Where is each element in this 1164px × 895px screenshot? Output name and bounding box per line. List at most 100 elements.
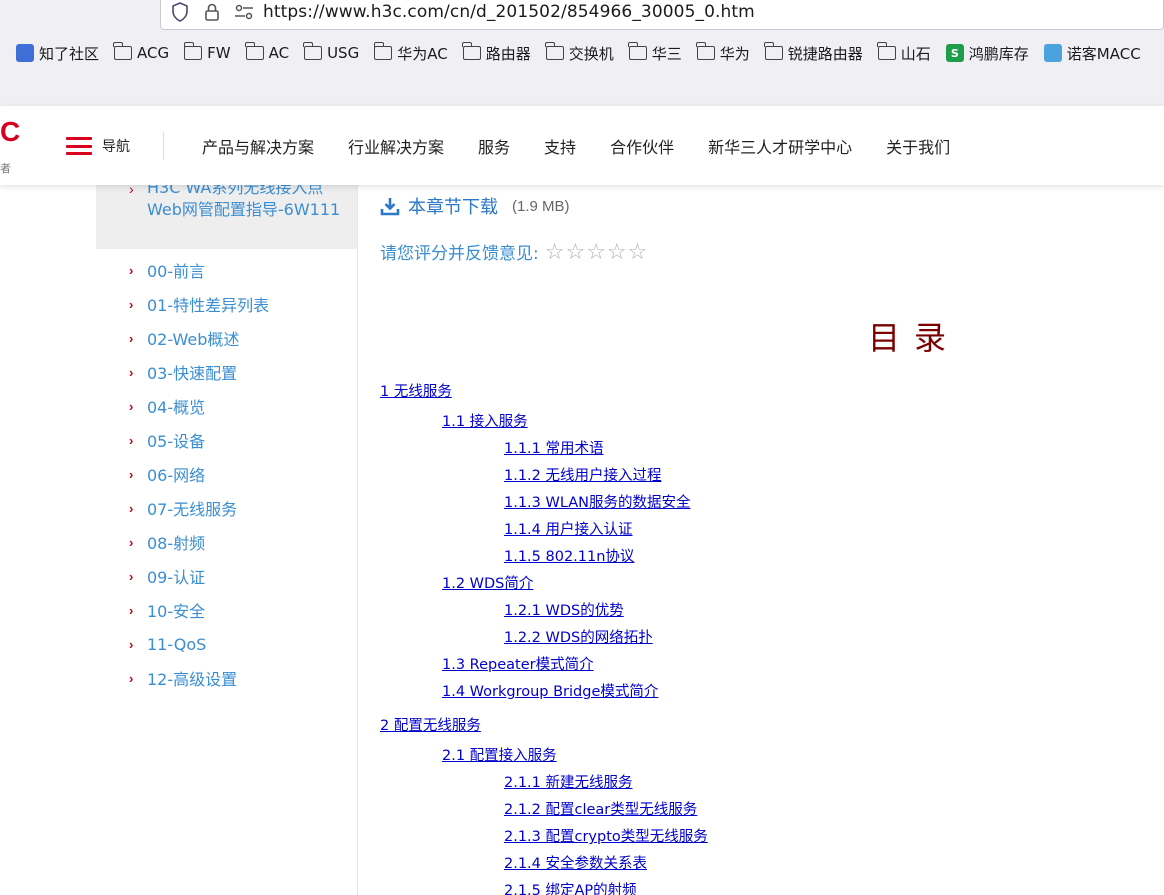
toc-link[interactable]: 2.1 配置接入服务 bbox=[442, 744, 557, 765]
toc-link[interactable]: 1 无线服务 bbox=[380, 380, 452, 401]
folder-icon bbox=[545, 42, 564, 60]
toc-link[interactable]: 2.1.3 配置crypto类型无线服务 bbox=[504, 825, 708, 846]
bookmark-label: 路由器 bbox=[485, 44, 531, 63]
chevron-right-icon: › bbox=[129, 670, 134, 686]
sidebar-active-book[interactable]: › H3C WA系列无线接入点Web网管配置指导-6W111 bbox=[96, 185, 357, 249]
lock-icon[interactable] bbox=[201, 1, 223, 23]
chevron-right-icon: › bbox=[129, 398, 134, 414]
hamburger-menu-icon bbox=[66, 137, 92, 155]
sidebar-chapter-label: 07-无线服务 bbox=[147, 500, 238, 519]
toc-link[interactable]: 1.1.2 无线用户接入过程 bbox=[504, 464, 662, 485]
sidebar-chapter-item[interactable]: › 03-快速配置 bbox=[96, 355, 357, 389]
sidebar-chapter-item[interactable]: › 05-设备 bbox=[96, 423, 357, 457]
toc-link[interactable]: 2 配置无线服务 bbox=[380, 714, 481, 735]
folder-icon bbox=[696, 42, 715, 60]
star-icon[interactable]: ☆ bbox=[565, 240, 585, 263]
bookmark-label: 华三 bbox=[651, 44, 682, 63]
folder-icon bbox=[877, 42, 896, 60]
bookmark-item[interactable]: 华为AC bbox=[373, 42, 448, 64]
bookmark-label: 诺客MACC bbox=[1066, 44, 1141, 63]
chapter-download[interactable]: 本章节下载 (1.9 MB) bbox=[380, 193, 570, 219]
sidebar-chapter-label: 03-快速配置 bbox=[147, 364, 238, 383]
sidebar-chapter-item[interactable]: › 01-特性差异列表 bbox=[96, 287, 357, 321]
shield-icon[interactable] bbox=[169, 1, 191, 23]
sidebar-chapter-item[interactable]: › 11-QoS bbox=[96, 627, 357, 661]
sidebar-chapter-item[interactable]: › 06-网络 bbox=[96, 457, 357, 491]
main-nav-item[interactable]: 行业解决方案 bbox=[348, 134, 444, 158]
toc-link[interactable]: 1.3 Repeater模式简介 bbox=[442, 653, 594, 674]
download-link[interactable]: 本章节下载 bbox=[408, 193, 498, 219]
bookmark-label: 华为AC bbox=[397, 44, 448, 63]
bookmark-item[interactable]: 交换机 bbox=[545, 42, 614, 64]
star-icon[interactable]: ☆ bbox=[607, 240, 627, 263]
star-icon[interactable]: ☆ bbox=[628, 240, 648, 263]
toc-link[interactable]: 2.1.2 配置clear类型无线服务 bbox=[504, 798, 697, 819]
address-bar[interactable]: https://www.h3c.com/cn/d_201502/854966_3… bbox=[160, 0, 1164, 30]
toc-link[interactable]: 1.1 接入服务 bbox=[442, 410, 528, 431]
chevron-right-icon: › bbox=[129, 432, 134, 448]
star-icon[interactable]: ☆ bbox=[586, 240, 606, 263]
chevron-right-icon: › bbox=[129, 296, 134, 312]
bookmark-item[interactable]: 华三 bbox=[628, 42, 682, 64]
bookmark-item[interactable]: 诺客MACC bbox=[1043, 43, 1141, 64]
star-icon[interactable]: ☆ bbox=[545, 240, 565, 263]
bookmark-label: 交换机 bbox=[568, 44, 614, 63]
toc-link[interactable]: 2.1.1 新建无线服务 bbox=[504, 771, 633, 792]
main-nav: 产品与解决方案 行业解决方案 服务 支持 合作伙伴 新华三人才研学中心 关于我们 bbox=[202, 134, 984, 158]
toc-title: 目录 bbox=[868, 319, 961, 357]
bookmark-item[interactable]: 山石 bbox=[877, 42, 931, 64]
sidebar-chapter-item[interactable]: › 09-认证 bbox=[96, 559, 357, 593]
chevron-right-icon: › bbox=[129, 185, 134, 197]
sidebar-chapter-label: 09-认证 bbox=[147, 568, 206, 587]
toc-link[interactable]: 2.1.5 绑定AP的射频 bbox=[504, 879, 637, 895]
folder-icon bbox=[244, 42, 264, 60]
toc-link[interactable]: 1.1.3 WLAN服务的数据安全 bbox=[504, 491, 691, 512]
bookmark-item[interactable]: 华为 bbox=[696, 42, 750, 64]
toc-link[interactable]: 1.1.4 用户接入认证 bbox=[504, 518, 633, 539]
nav-toggle-button[interactable]: 导航 bbox=[66, 136, 130, 156]
bookmark-item[interactable]: ACG bbox=[113, 42, 169, 62]
chevron-right-icon: › bbox=[129, 262, 134, 278]
sidebar-chapter-item[interactable]: › 08-射频 bbox=[96, 525, 357, 559]
main-nav-item[interactable]: 新华三人才研学中心 bbox=[708, 134, 852, 158]
url-text[interactable]: https://www.h3c.com/cn/d_201502/854966_3… bbox=[263, 2, 755, 22]
h3c-logo[interactable]: C bbox=[0, 116, 20, 148]
sidebar-chapter-label: 11-QoS bbox=[147, 634, 207, 654]
sidebar-chapter-item[interactable]: › 12-高级设置 bbox=[96, 661, 357, 695]
bookmark-label: 锐捷路由器 bbox=[787, 44, 863, 63]
main-nav-item[interactable]: 合作伙伴 bbox=[610, 134, 674, 158]
sidebar-chapter-item[interactable]: › 02-Web概述 bbox=[96, 321, 357, 355]
sidebar-chapter-item[interactable]: › 00-前言 bbox=[96, 253, 357, 287]
sidebar-chapter-item[interactable]: › 04-概览 bbox=[96, 389, 357, 423]
sidebar-chapter-item[interactable]: › 10-安全 bbox=[96, 593, 357, 627]
bookmark-item[interactable]: 知了社区 bbox=[16, 43, 99, 64]
bookmark-item[interactable]: 锐捷路由器 bbox=[764, 42, 863, 64]
main-nav-item[interactable]: 关于我们 bbox=[886, 134, 950, 158]
toc-link[interactable]: 1.1.1 常用术语 bbox=[504, 437, 604, 458]
bookmark-item[interactable]: FW bbox=[183, 42, 231, 62]
main-nav-item[interactable]: 支持 bbox=[544, 134, 576, 158]
toc-link[interactable]: 1.2.1 WDS的优势 bbox=[504, 599, 624, 620]
star-rating: ☆ ☆ ☆ ☆ ☆ bbox=[545, 240, 649, 263]
nav-divider bbox=[163, 132, 164, 160]
toc-link[interactable]: 2.1.4 安全参数关系表 bbox=[504, 852, 647, 873]
toc-link[interactable]: 1.2 WDS简介 bbox=[442, 572, 533, 593]
bookmark-item[interactable]: AC bbox=[244, 42, 290, 62]
nav-toggle-label: 导航 bbox=[102, 139, 130, 155]
bookmark-item[interactable]: 路由器 bbox=[462, 42, 531, 64]
bookmark-label: 华为 bbox=[719, 44, 750, 63]
main-nav-item[interactable]: 产品与解决方案 bbox=[202, 134, 314, 158]
bookmark-item[interactable]: S 鸿鹏库存 bbox=[945, 43, 1029, 64]
toc-link[interactable]: 1.1.5 802.11n协议 bbox=[504, 545, 634, 566]
logo-subtitle: 者 bbox=[0, 163, 11, 175]
toc-link[interactable]: 1.2.2 WDS的网络拓扑 bbox=[504, 626, 653, 647]
bookmark-item[interactable]: USG bbox=[303, 42, 360, 62]
toc-link[interactable]: 1.4 Workgroup Bridge模式简介 bbox=[442, 680, 658, 701]
bookmark-label: AC bbox=[268, 44, 290, 62]
folder-icon bbox=[628, 42, 647, 60]
permissions-icon[interactable] bbox=[233, 1, 255, 23]
main-nav-item[interactable]: 服务 bbox=[478, 134, 510, 158]
sidebar-chapter-label: 12-高级设置 bbox=[147, 670, 238, 689]
sidebar-chapter-item[interactable]: › 07-无线服务 bbox=[96, 491, 357, 525]
bookmark-label: USG bbox=[327, 44, 360, 62]
